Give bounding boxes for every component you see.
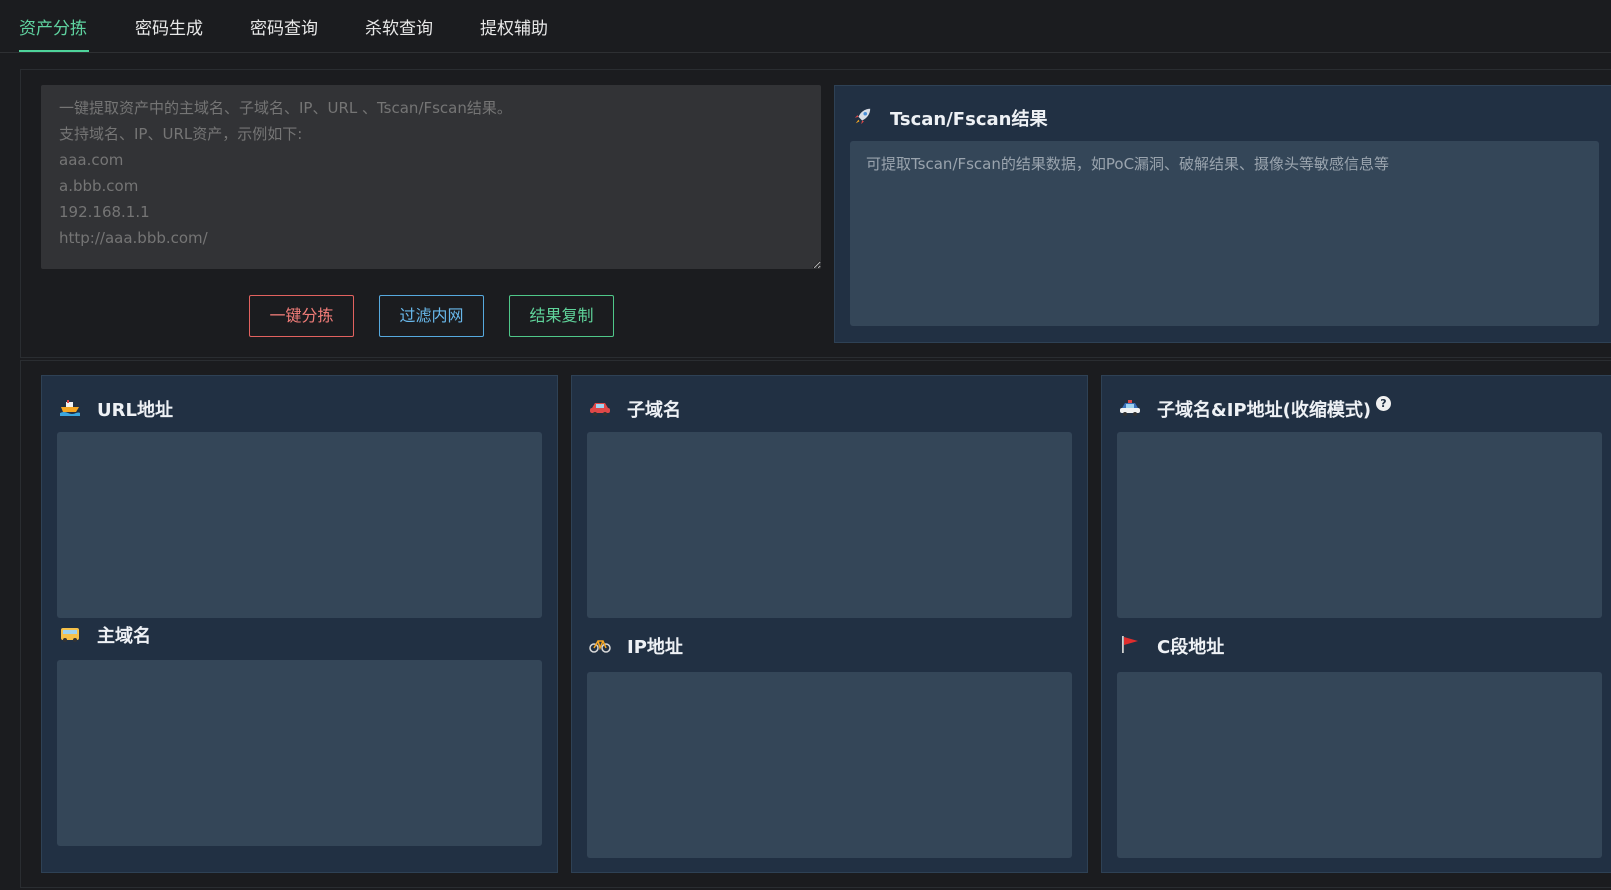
subdomain-ip-output[interactable]: [1117, 432, 1602, 618]
ip-output[interactable]: [587, 672, 1072, 858]
c-segment-output[interactable]: [1117, 672, 1602, 858]
bicycle-icon: [589, 640, 611, 653]
subdomain-title: 子域名: [627, 400, 681, 421]
flag-icon: [1122, 636, 1138, 653]
ip-title: IP地址: [627, 637, 683, 658]
filter-intranet-button[interactable]: 过滤内网: [379, 295, 484, 337]
police-car-icon: [1120, 400, 1140, 416]
tab-privilege-escalation[interactable]: 提权辅助: [480, 14, 548, 52]
tscan-card: Tscan/Fscan结果 可提取Tscan/Fscan的结果数据，如PoC漏洞…: [834, 85, 1611, 343]
copy-result-button[interactable]: 结果复制: [509, 295, 614, 337]
tab-password-query[interactable]: 密码查询: [250, 14, 318, 52]
tab-bar: 资产分拣 密码生成 密码查询 杀软查询 提权辅助: [0, 0, 1611, 53]
subdomain-ip-title: 子域名&IP地址(收缩模式): [1157, 400, 1372, 421]
url-output[interactable]: [57, 432, 542, 618]
sort-button[interactable]: 一键分拣: [249, 295, 354, 337]
tab-asset-sorting[interactable]: 资产分拣: [19, 14, 89, 52]
tscan-input[interactable]: 可提取Tscan/Fscan的结果数据，如PoC漏洞、破解结果、摄像头等敏感信息…: [850, 141, 1599, 326]
url-title: URL地址: [97, 400, 173, 421]
car-icon: [590, 403, 610, 416]
tab-antivirus-query[interactable]: 杀软查询: [365, 14, 433, 52]
subdomain-output[interactable]: [587, 432, 1072, 618]
url-domain-card: URL地址 主域名: [41, 375, 558, 873]
rocket-icon: [854, 108, 871, 125]
c-segment-title: C段地址: [1157, 637, 1225, 658]
main-domain-output[interactable]: [57, 660, 542, 846]
help-icon[interactable]: ?: [1376, 396, 1391, 411]
tab-password-generate[interactable]: 密码生成: [135, 14, 203, 52]
asset-input[interactable]: [41, 85, 821, 269]
ship-icon: [60, 400, 80, 416]
subdomain-ip-card: 子域名 IP地址: [571, 375, 1088, 873]
bus-icon: [61, 628, 79, 642]
tscan-title: Tscan/Fscan结果: [890, 109, 1048, 130]
main-domain-title: 主域名: [97, 626, 151, 647]
subdomain-ip-c-card: 子域名&IP地址(收缩模式) ? C段地址: [1101, 375, 1611, 873]
